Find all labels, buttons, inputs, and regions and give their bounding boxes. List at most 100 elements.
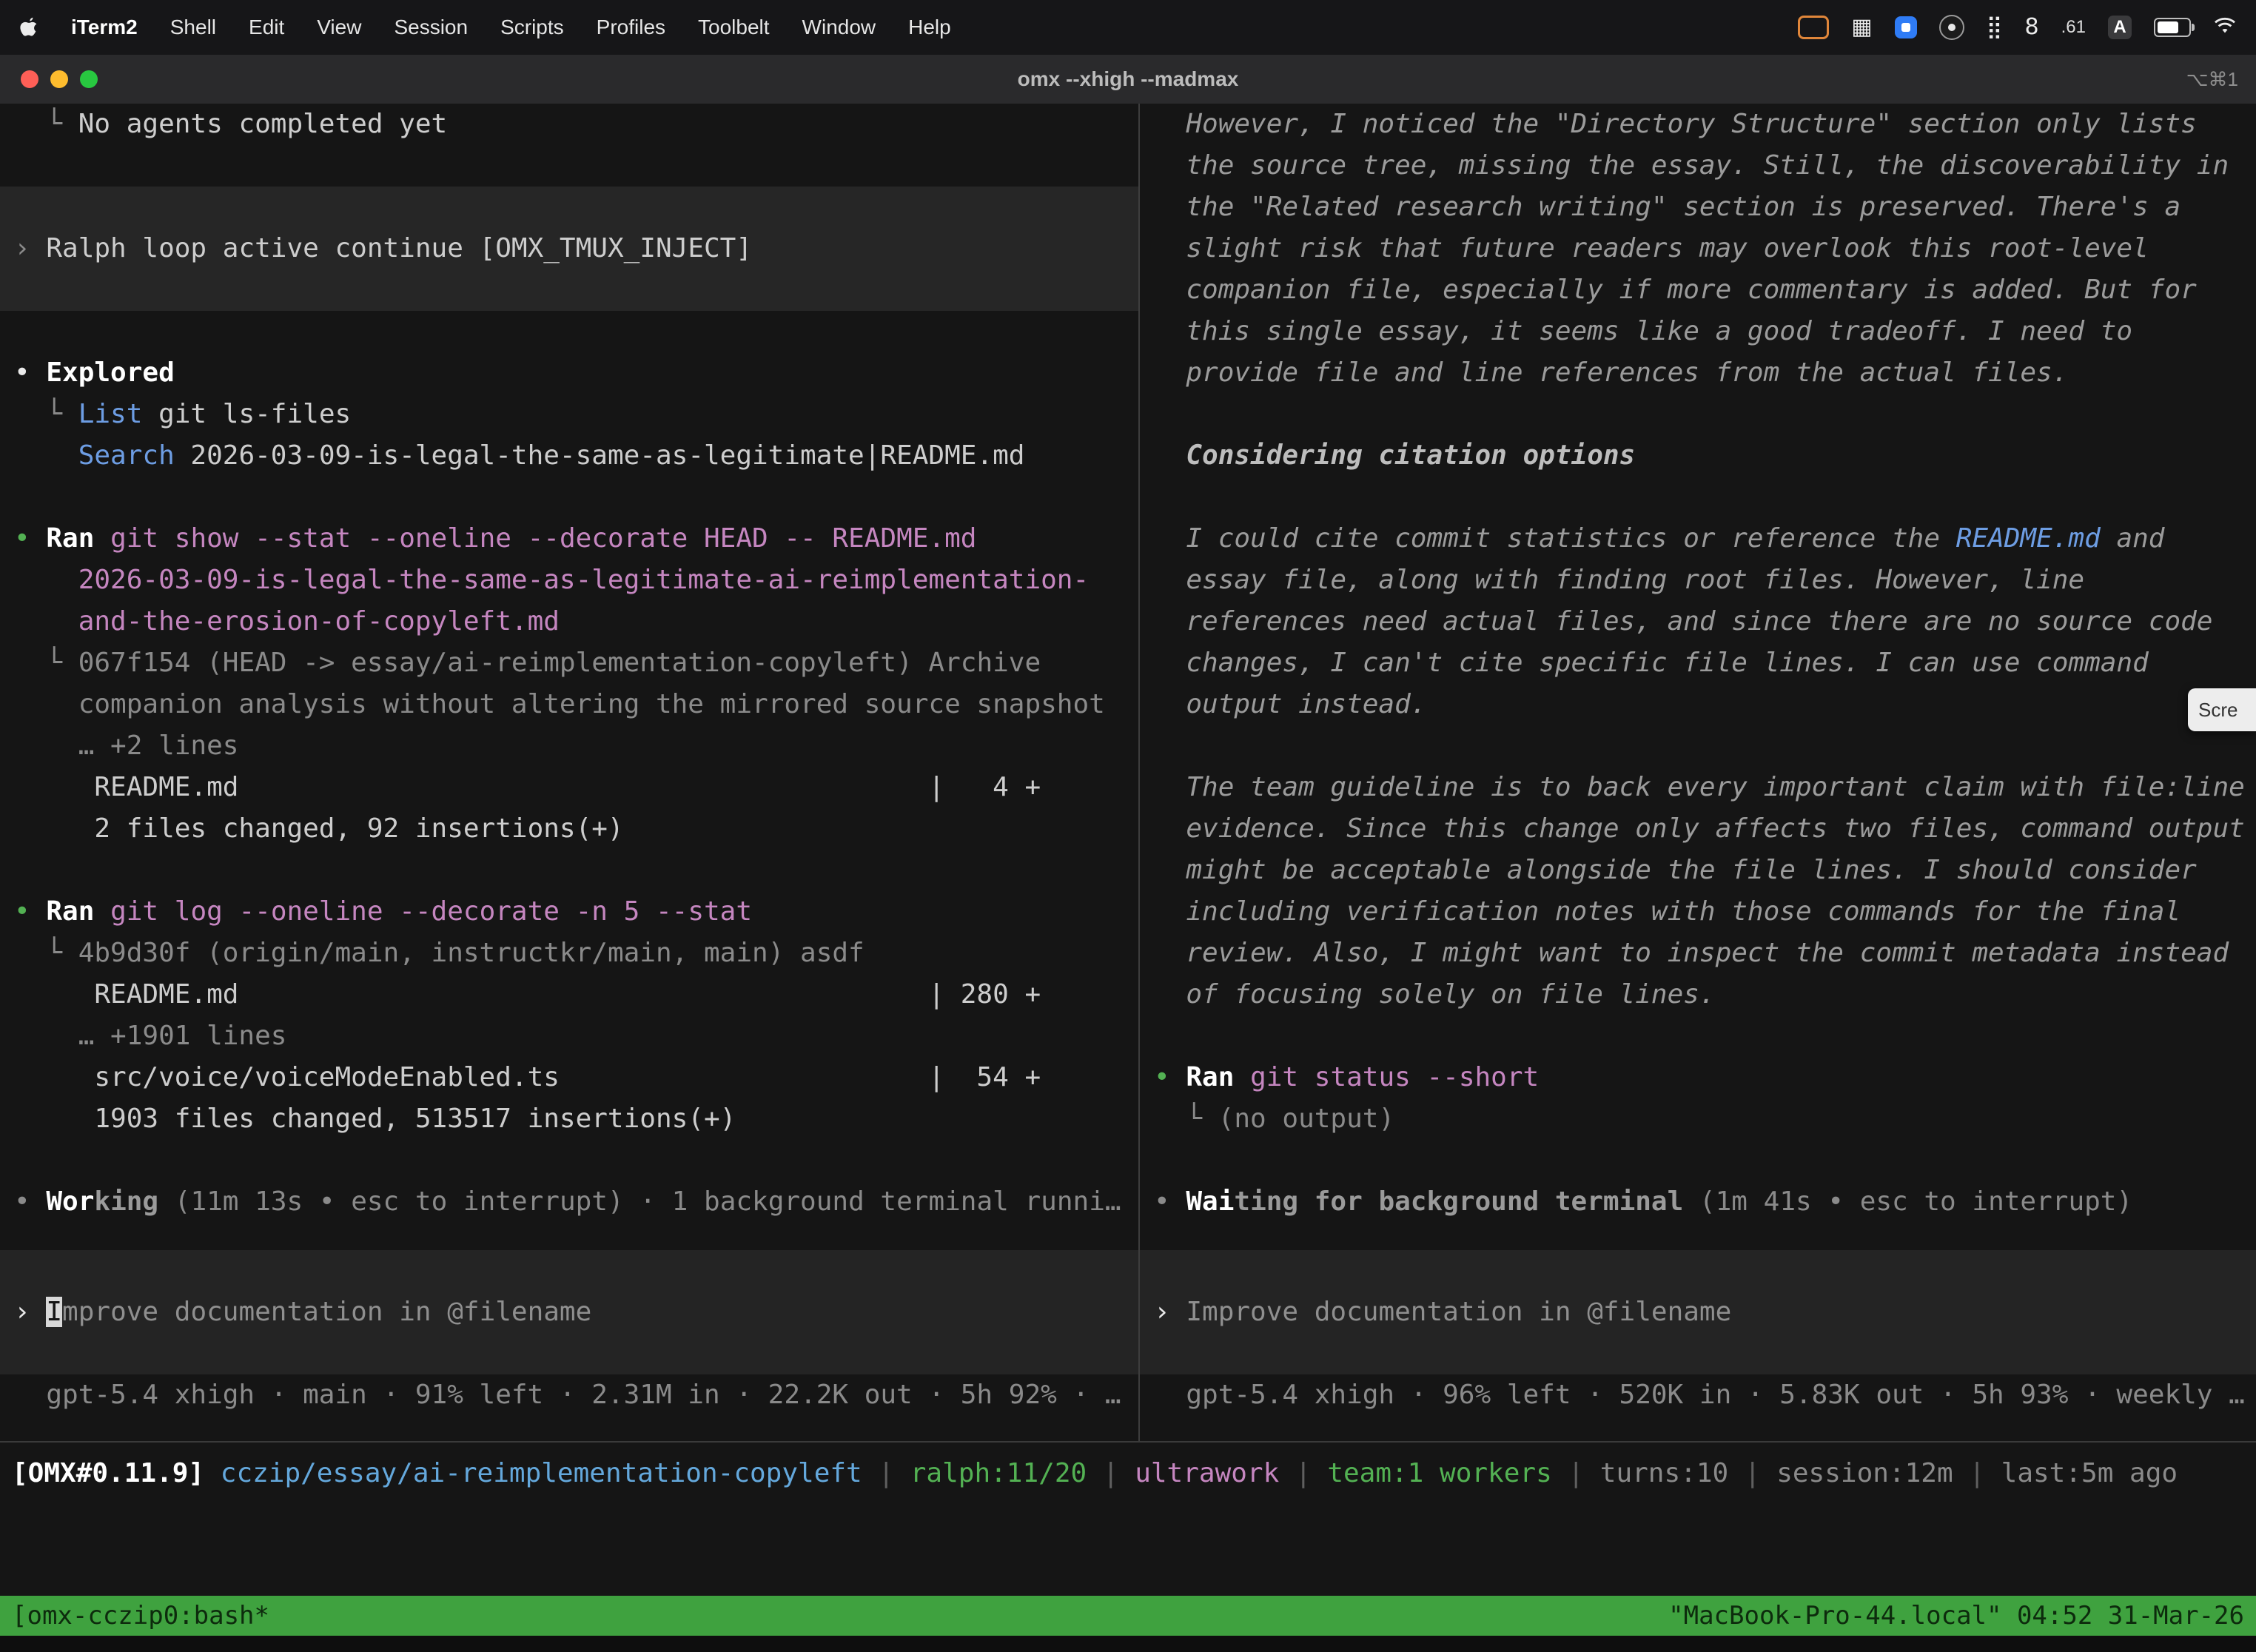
gauge-value[interactable]: .61 [2061,17,2086,38]
terminal-line: provide file and line references from th… [1140,352,2256,394]
app-icon-8[interactable]: 8 [2025,16,2039,38]
terminal-line: • Ran git log --oneline --decorate -n 5 … [0,891,1138,933]
terminal-line: changes, I can't cite specific file line… [1140,642,2256,684]
terminal-line: • Ran git show --stat --oneline --decora… [0,518,1138,560]
window-shortcut-hint: ⌥⌘1 [2186,68,2238,91]
window-title: omx --xhigh --madmax [1018,67,1239,91]
screen-recording-indicator[interactable] [1798,16,1829,39]
terminal-line: └ (no output) [1140,1098,2256,1140]
terminal-line: └ 067f154 (HEAD -> essay/ai-reimplementa… [0,642,1138,684]
terminal-line [1140,1015,2256,1057]
bottom-gap [0,1636,2256,1652]
text-cursor: I [46,1297,62,1327]
blue-app-icon[interactable] [1895,16,1917,38]
input-source-icon[interactable]: A [2108,16,2132,39]
terminal-line: output instead. [1140,684,2256,725]
terminal-line [0,311,1138,352]
terminal-line: the source tree, missing the essay. Stil… [1140,145,2256,187]
terminal-line: including verification notes with those … [1140,891,2256,933]
terminal-line: README.md | 280 + [0,974,1138,1015]
terminal-line [1140,1140,2256,1181]
left-scrollback-top: └ No agents completed yet [0,104,1138,187]
menu-scripts[interactable]: Scripts [500,16,564,39]
menu-profiles[interactable]: Profiles [597,16,665,39]
terminal-line: 2 files changed, 92 insertions(+) [0,808,1138,850]
omx-status-bar: [OMX#0.11.9] cczip/essay/ai-reimplementa… [0,1443,2256,1596]
menu-window[interactable]: Window [802,16,876,39]
battery-nub [2192,24,2195,31]
terminal-line: … +2 lines [0,725,1138,767]
terminal-line: • Working (11m 13s • esc to interrupt) ·… [0,1181,1138,1223]
right-spacer [1140,1223,2256,1250]
terminal-line [0,850,1138,891]
terminal-line [1140,394,2256,435]
status-text-left: gpt-5.4 xhigh · main · 91% left · 2.31M … [14,1380,1121,1410]
menu-shell[interactable]: Shell [170,16,216,39]
prompt-chevron: › [1154,1297,1186,1327]
terminal-line: evidence. Since this change only affects… [1140,808,2256,850]
injected-prompt-box: › Ralph loop active continue [OMX_TMUX_I… [0,187,1138,311]
split-panes: └ No agents completed yet › Ralph loop a… [0,104,2256,1443]
terminal-line: slight risk that future readers may over… [1140,228,2256,269]
terminal-line: The team guideline is to back every impo… [1140,767,2256,808]
terminal-line: └ No agents completed yet [0,104,1138,145]
right-pane[interactable]: However, I noticed the "Directory Struct… [1140,104,2256,1441]
terminal-line: • Ran git status --short [1140,1057,2256,1098]
terminal: └ No agents completed yet › Ralph loop a… [0,104,2256,1652]
dots-grid-icon[interactable]: ⣿ [1987,16,2003,38]
window-title-bar[interactable]: omx --xhigh --madmax ⌥⌘1 [0,55,2256,105]
status-line-right: gpt-5.4 xhigh · 96% left · 520K in · 5.8… [1140,1374,2256,1416]
menu-help[interactable]: Help [908,16,951,39]
terminal-line: references need actual files, and since … [1140,601,2256,642]
terminal-line: └ 4b9d30f (origin/main, instructkr/main,… [0,933,1138,974]
minimize-button[interactable] [50,70,68,88]
terminal-line: review. Also, I might want to inspect th… [1140,933,2256,974]
menu-bar: iTerm2 Shell Edit View Session Scripts P… [0,0,2256,55]
grid-icon[interactable]: ▦ [1851,16,1872,38]
close-button[interactable] [21,70,38,88]
menu-edit[interactable]: Edit [249,16,284,39]
tmux-session-window: [omx-cczip0:bash* [12,1601,269,1631]
terminal-line: Considering citation options [1140,435,2256,477]
app-menu-iterm2[interactable]: iTerm2 [71,16,138,39]
terminal-line: Search 2026-03-09-is-legal-the-same-as-l… [0,435,1138,477]
terminal-line: companion file, especially if more comme… [1140,269,2256,311]
battery-icon[interactable] [2154,18,2191,37]
terminal-line [1140,477,2256,518]
terminal-line: src/voice/voiceModeEnabled.ts | 54 + [0,1057,1138,1098]
zoom-button[interactable] [80,70,98,88]
left-scrollback: • Explored └ List git ls-files Search 20… [0,311,1138,1223]
terminal-line: essay file, along with finding root file… [1140,560,2256,601]
apple-menu-icon[interactable] [19,16,38,38]
terminal-line: › Ralph loop active continue [OMX_TMUX_I… [0,228,1138,269]
status-line-left: gpt-5.4 xhigh · main · 91% left · 2.31M … [0,1374,1138,1416]
dark-app-icon[interactable] [1939,15,1964,40]
terminal-line: might be acceptable alongside the file l… [1140,850,2256,891]
menu-bar-status-icons: ▦ ⣿ 8 .61 A [1798,15,2237,40]
prompt-text: mprove documentation in @filename [62,1297,591,1327]
screenshot-thumbnail-tab[interactable]: Scre [2188,688,2256,731]
terminal-line: README.md | 4 + [0,767,1138,808]
wifi-icon[interactable] [2213,16,2237,40]
prompt-text: Improve documentation in @filename [1186,1297,1731,1327]
terminal-line: 2026-03-09-is-legal-the-same-as-legitima… [0,560,1138,601]
status-text-right: gpt-5.4 xhigh · 96% left · 520K in · 5.8… [1154,1380,2245,1410]
terminal-line [0,477,1138,518]
menu-toolbelt[interactable]: Toolbelt [698,16,770,39]
terminal-line [0,1140,1138,1181]
terminal-line: of focusing solely on file lines. [1140,974,2256,1015]
prompt-input-right[interactable]: › Improve documentation in @filename [1140,1250,2256,1374]
battery-fill [2158,21,2178,33]
terminal-line: 1903 files changed, 513517 insertions(+) [0,1098,1138,1140]
terminal-line: companion analysis without altering the … [0,684,1138,725]
right-scrollback: However, I noticed the "Directory Struct… [1140,104,2256,1223]
prompt-chevron: › [14,1297,46,1327]
left-spacer [0,1223,1138,1250]
tmux-host-time: "MacBook-Pro-44.local" 04:52 31-Mar-26 [1668,1601,2244,1631]
desktop: iTerm2 Shell Edit View Session Scripts P… [0,0,2256,1652]
terminal-line: However, I noticed the "Directory Struct… [1140,104,2256,145]
menu-view[interactable]: View [317,16,361,39]
left-pane[interactable]: └ No agents completed yet › Ralph loop a… [0,104,1140,1441]
menu-session[interactable]: Session [394,16,468,39]
prompt-input-left[interactable]: › Improve documentation in @filename [0,1250,1138,1374]
